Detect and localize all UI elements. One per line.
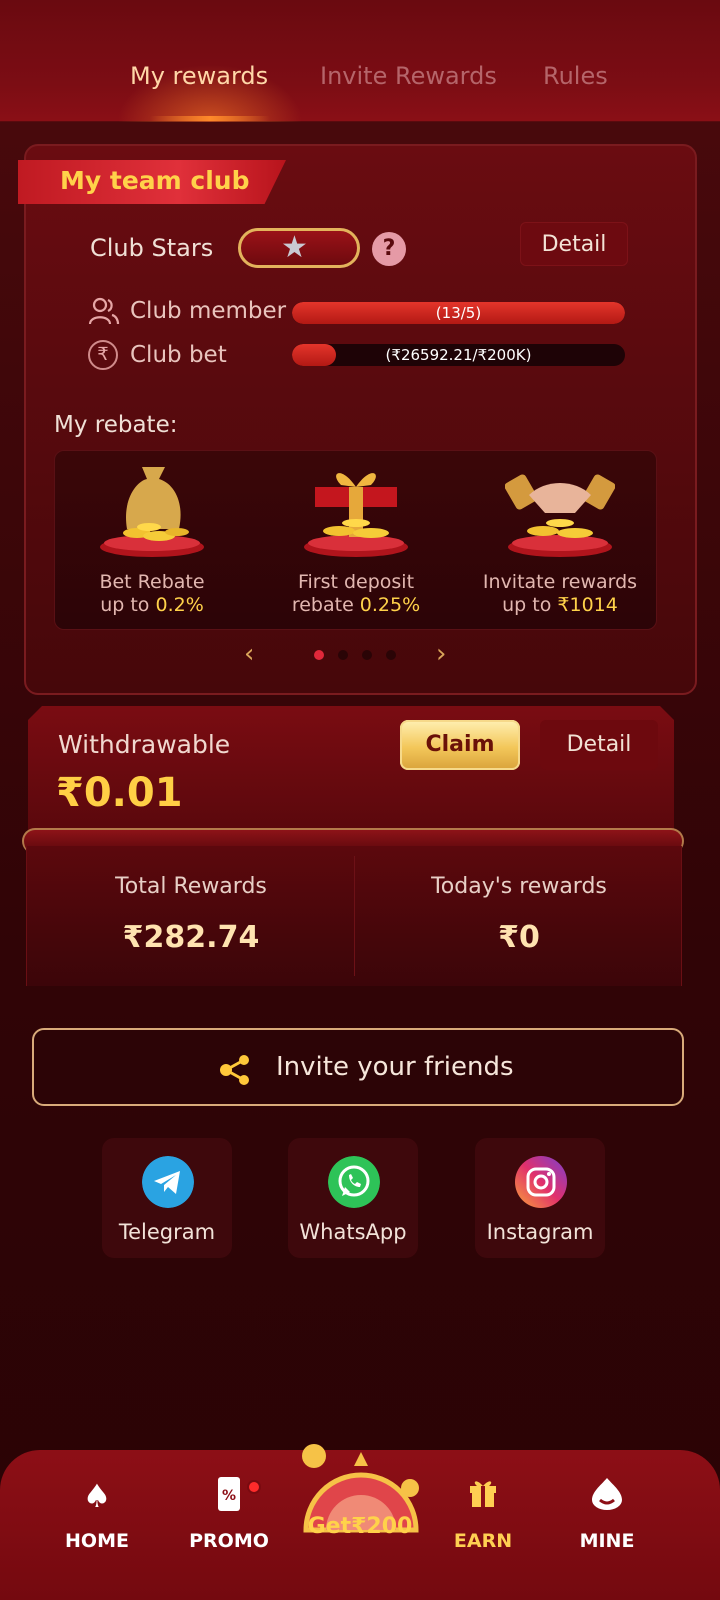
rebate-bet-value: 0.2% <box>155 594 204 616</box>
rebate-item-first-deposit[interactable]: First deposit rebate 0.25% <box>261 451 451 631</box>
rewards-summary: Total Rewards ₹282.74 Today's rewards ₹0 <box>26 846 682 986</box>
rebate-invite-value: ₹1014 <box>557 594 618 616</box>
withdrawable-detail-button[interactable]: Detail <box>540 720 658 770</box>
rebate-pager: ‹ › <box>26 641 699 668</box>
nav-promo[interactable]: % PROMO <box>174 1476 284 1552</box>
telegram-label: Telegram <box>118 1220 216 1244</box>
claim-button[interactable]: Claim <box>400 720 520 770</box>
gift-svg <box>470 1481 496 1507</box>
pager-dot[interactable] <box>338 650 348 660</box>
team-club-title: My team club <box>60 166 250 195</box>
nav-home-label: HOME <box>65 1530 129 1552</box>
invite-friends-button[interactable]: Invite your friends <box>32 1028 684 1106</box>
chevron-left-icon[interactable]: ‹ <box>244 641 270 668</box>
share-whatsapp[interactable]: WhatsApp <box>288 1138 418 1258</box>
rebate-item-bet[interactable]: Bet Rebate up to 0.2% <box>57 451 247 631</box>
rewards-page: My rewards Invite Rewards Rules My team … <box>0 0 720 1600</box>
pager-dot[interactable] <box>314 650 324 660</box>
handshake-icon <box>505 474 615 557</box>
today-rewards-value: ₹0 <box>498 920 540 955</box>
active-tab-indicator <box>150 116 270 121</box>
rupee-icon: ₹ <box>88 340 118 370</box>
nav-earn-label: EARN <box>453 1530 513 1552</box>
rebate-title: My rebate: <box>54 412 178 438</box>
today-rewards-label: Today's rewards <box>431 874 607 899</box>
withdrawable-label: Withdrawable <box>58 730 231 759</box>
instagram-label: Instagram <box>486 1220 594 1244</box>
star-icon: ★ <box>281 230 308 265</box>
help-icon[interactable]: ? <box>372 232 406 266</box>
promo-ticket-icon: % <box>174 1476 284 1516</box>
chevron-right-icon[interactable]: › <box>436 641 462 668</box>
share-icon <box>220 1055 249 1085</box>
telegram-icon <box>142 1156 194 1208</box>
nav-promo-label: PROMO <box>189 1530 269 1552</box>
total-rewards-label: Total Rewards <box>115 874 267 899</box>
rebate-deposit-prefix: rebate <box>291 594 360 616</box>
nav-home[interactable]: ♠ HOME <box>42 1476 152 1552</box>
share-instagram[interactable]: Instagram <box>475 1138 605 1258</box>
club-stars-label: Club Stars <box>90 234 214 262</box>
rebate-bet-line2: up to 0.2% <box>57 594 247 616</box>
rebate-invite-line1: Invitate rewards <box>482 571 638 593</box>
money-bag-icon <box>100 467 204 557</box>
club-detail-button[interactable]: Detail <box>520 222 628 266</box>
rebate-carousel[interactable]: Bet Rebate up to 0.2% First deposit reba… <box>54 450 657 630</box>
rebate-invite-prefix: up to <box>502 594 558 616</box>
nav-earn[interactable]: EARN <box>428 1476 538 1552</box>
club-member-label: Club member <box>130 298 287 324</box>
total-rewards-value: ₹282.74 <box>122 920 260 955</box>
tab-bar: My rewards Invite Rewards Rules <box>0 0 720 122</box>
rebate-deposit-line2: rebate 0.25% <box>261 594 451 616</box>
svg-text:%: % <box>222 1488 236 1504</box>
club-member-progress-text: (13/5) <box>435 304 482 322</box>
promo-notification-dot <box>247 1480 261 1494</box>
user-profile-icon <box>552 1476 662 1516</box>
tab-invite-rewards[interactable]: Invite Rewards <box>320 62 497 90</box>
user-profile-svg <box>592 1478 622 1510</box>
tab-rules[interactable]: Rules <box>543 62 608 90</box>
rebate-invite-line2: up to ₹1014 <box>465 594 655 616</box>
nav-mine-label: MINE <box>579 1530 635 1552</box>
club-bet-label: Club bet <box>130 342 227 368</box>
pager-dot[interactable] <box>362 650 372 660</box>
promo-ticket-svg: % <box>218 1477 240 1511</box>
rebate-deposit-line1: First deposit <box>297 571 415 593</box>
users-icon-svg <box>88 297 120 325</box>
nav-mine[interactable]: MINE <box>552 1476 662 1552</box>
nav-get-bonus-label[interactable]: Get₹200 <box>300 1514 420 1539</box>
rebate-bet-line1: Bet Rebate <box>99 571 205 593</box>
team-club-ribbon: My team club <box>18 160 286 204</box>
rebate-deposit-value: 0.25% <box>359 594 421 616</box>
gift-icon <box>428 1476 538 1516</box>
club-bet-progress: (₹26592.21/₹200K) <box>292 344 625 366</box>
spade-icon: ♠ <box>82 1477 112 1515</box>
instagram-icon <box>515 1156 567 1208</box>
club-stars-badge: ★ <box>238 228 360 268</box>
tab-my-rewards[interactable]: My rewards <box>130 62 268 90</box>
pager-dot[interactable] <box>386 650 396 660</box>
users-icon <box>88 296 120 328</box>
club-bet-progress-text: (₹26592.21/₹200K) <box>385 346 532 364</box>
share-telegram[interactable]: Telegram <box>102 1138 232 1258</box>
gift-box-icon <box>304 473 408 557</box>
team-club-card: My team club Club Stars ★ ? Detail Club … <box>18 144 699 695</box>
rebate-bet-prefix: up to <box>100 594 156 616</box>
whatsapp-icon <box>328 1156 380 1208</box>
invite-friends-label: Invite your friends <box>276 1052 514 1082</box>
rebate-item-invite[interactable]: Invitate rewards up to ₹1014 <box>465 451 655 631</box>
club-member-progress: (13/5) <box>292 302 625 324</box>
withdrawable-amount: ₹0.01 <box>56 770 183 816</box>
whatsapp-label: WhatsApp <box>299 1220 407 1244</box>
